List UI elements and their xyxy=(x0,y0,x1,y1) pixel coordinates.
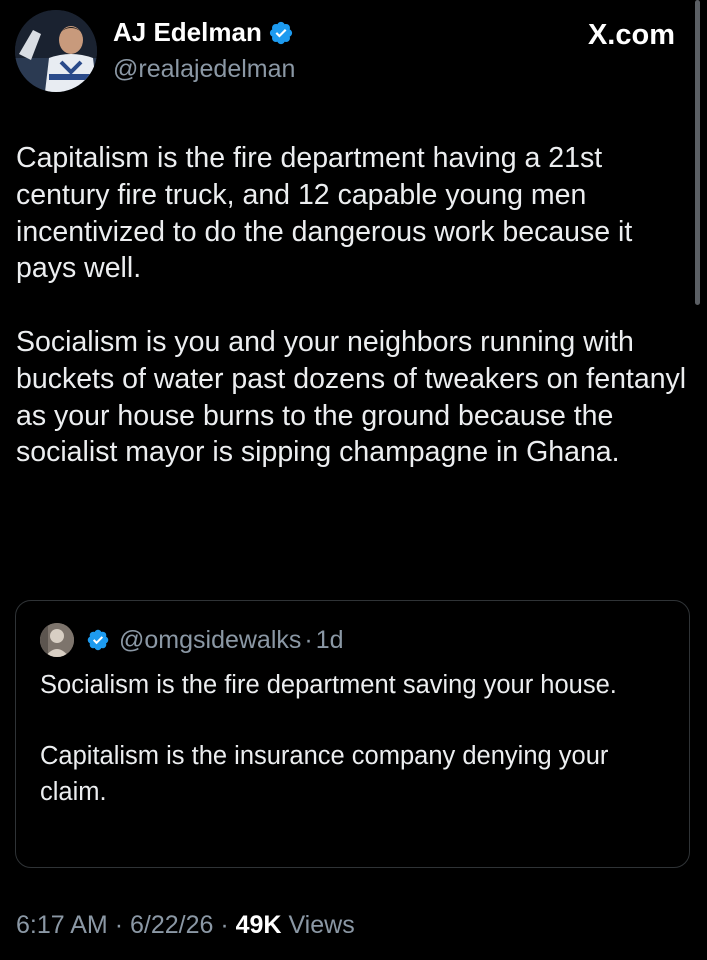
verified-badge-icon xyxy=(269,21,292,44)
post-paragraph: Socialism is you and your neighbors runn… xyxy=(16,325,687,469)
author-handle[interactable]: @realajedelman xyxy=(113,55,295,84)
post-meta: 6:17 AM · 6/22/26 · 49K Views xyxy=(16,911,355,940)
views-count[interactable]: 49K xyxy=(236,911,282,939)
quoted-post-paragraph: Capitalism is the insurance company deny… xyxy=(40,742,609,807)
quoted-author-avatar[interactable] xyxy=(40,623,74,657)
quoted-author-handle[interactable]: @omgsidewalks xyxy=(119,626,301,655)
avatar-photo-icon xyxy=(15,10,97,92)
verified-badge-icon xyxy=(87,629,109,651)
quoted-post-header: @omgsidewalks · 1d xyxy=(40,623,344,657)
quoted-separator: · xyxy=(304,625,313,654)
post-time[interactable]: 6:17 AM xyxy=(16,911,108,939)
post-body: Capitalism is the fire department having… xyxy=(16,140,696,471)
author-name-row[interactable]: AJ Edelman xyxy=(113,17,294,48)
site-label: X.com xyxy=(587,19,675,51)
quoted-post-card[interactable]: @omgsidewalks · 1d Socialism is the fire… xyxy=(15,600,690,868)
author-display-name[interactable]: AJ Edelman xyxy=(113,17,262,48)
meta-separator: · xyxy=(114,911,124,939)
author-avatar[interactable] xyxy=(15,10,97,92)
quoted-post-time[interactable]: 1d xyxy=(316,626,344,655)
meta-separator: · xyxy=(220,911,229,939)
quoted-post-body: Socialism is the fire department saving … xyxy=(40,668,680,811)
post-date[interactable]: 6/22/26 xyxy=(130,911,213,939)
views-label: Views xyxy=(288,911,355,939)
quoted-post-paragraph: Socialism is the fire department saving … xyxy=(40,671,617,699)
post-paragraph: Capitalism is the fire department having… xyxy=(16,142,633,285)
quoted-avatar-photo-icon xyxy=(40,623,74,657)
